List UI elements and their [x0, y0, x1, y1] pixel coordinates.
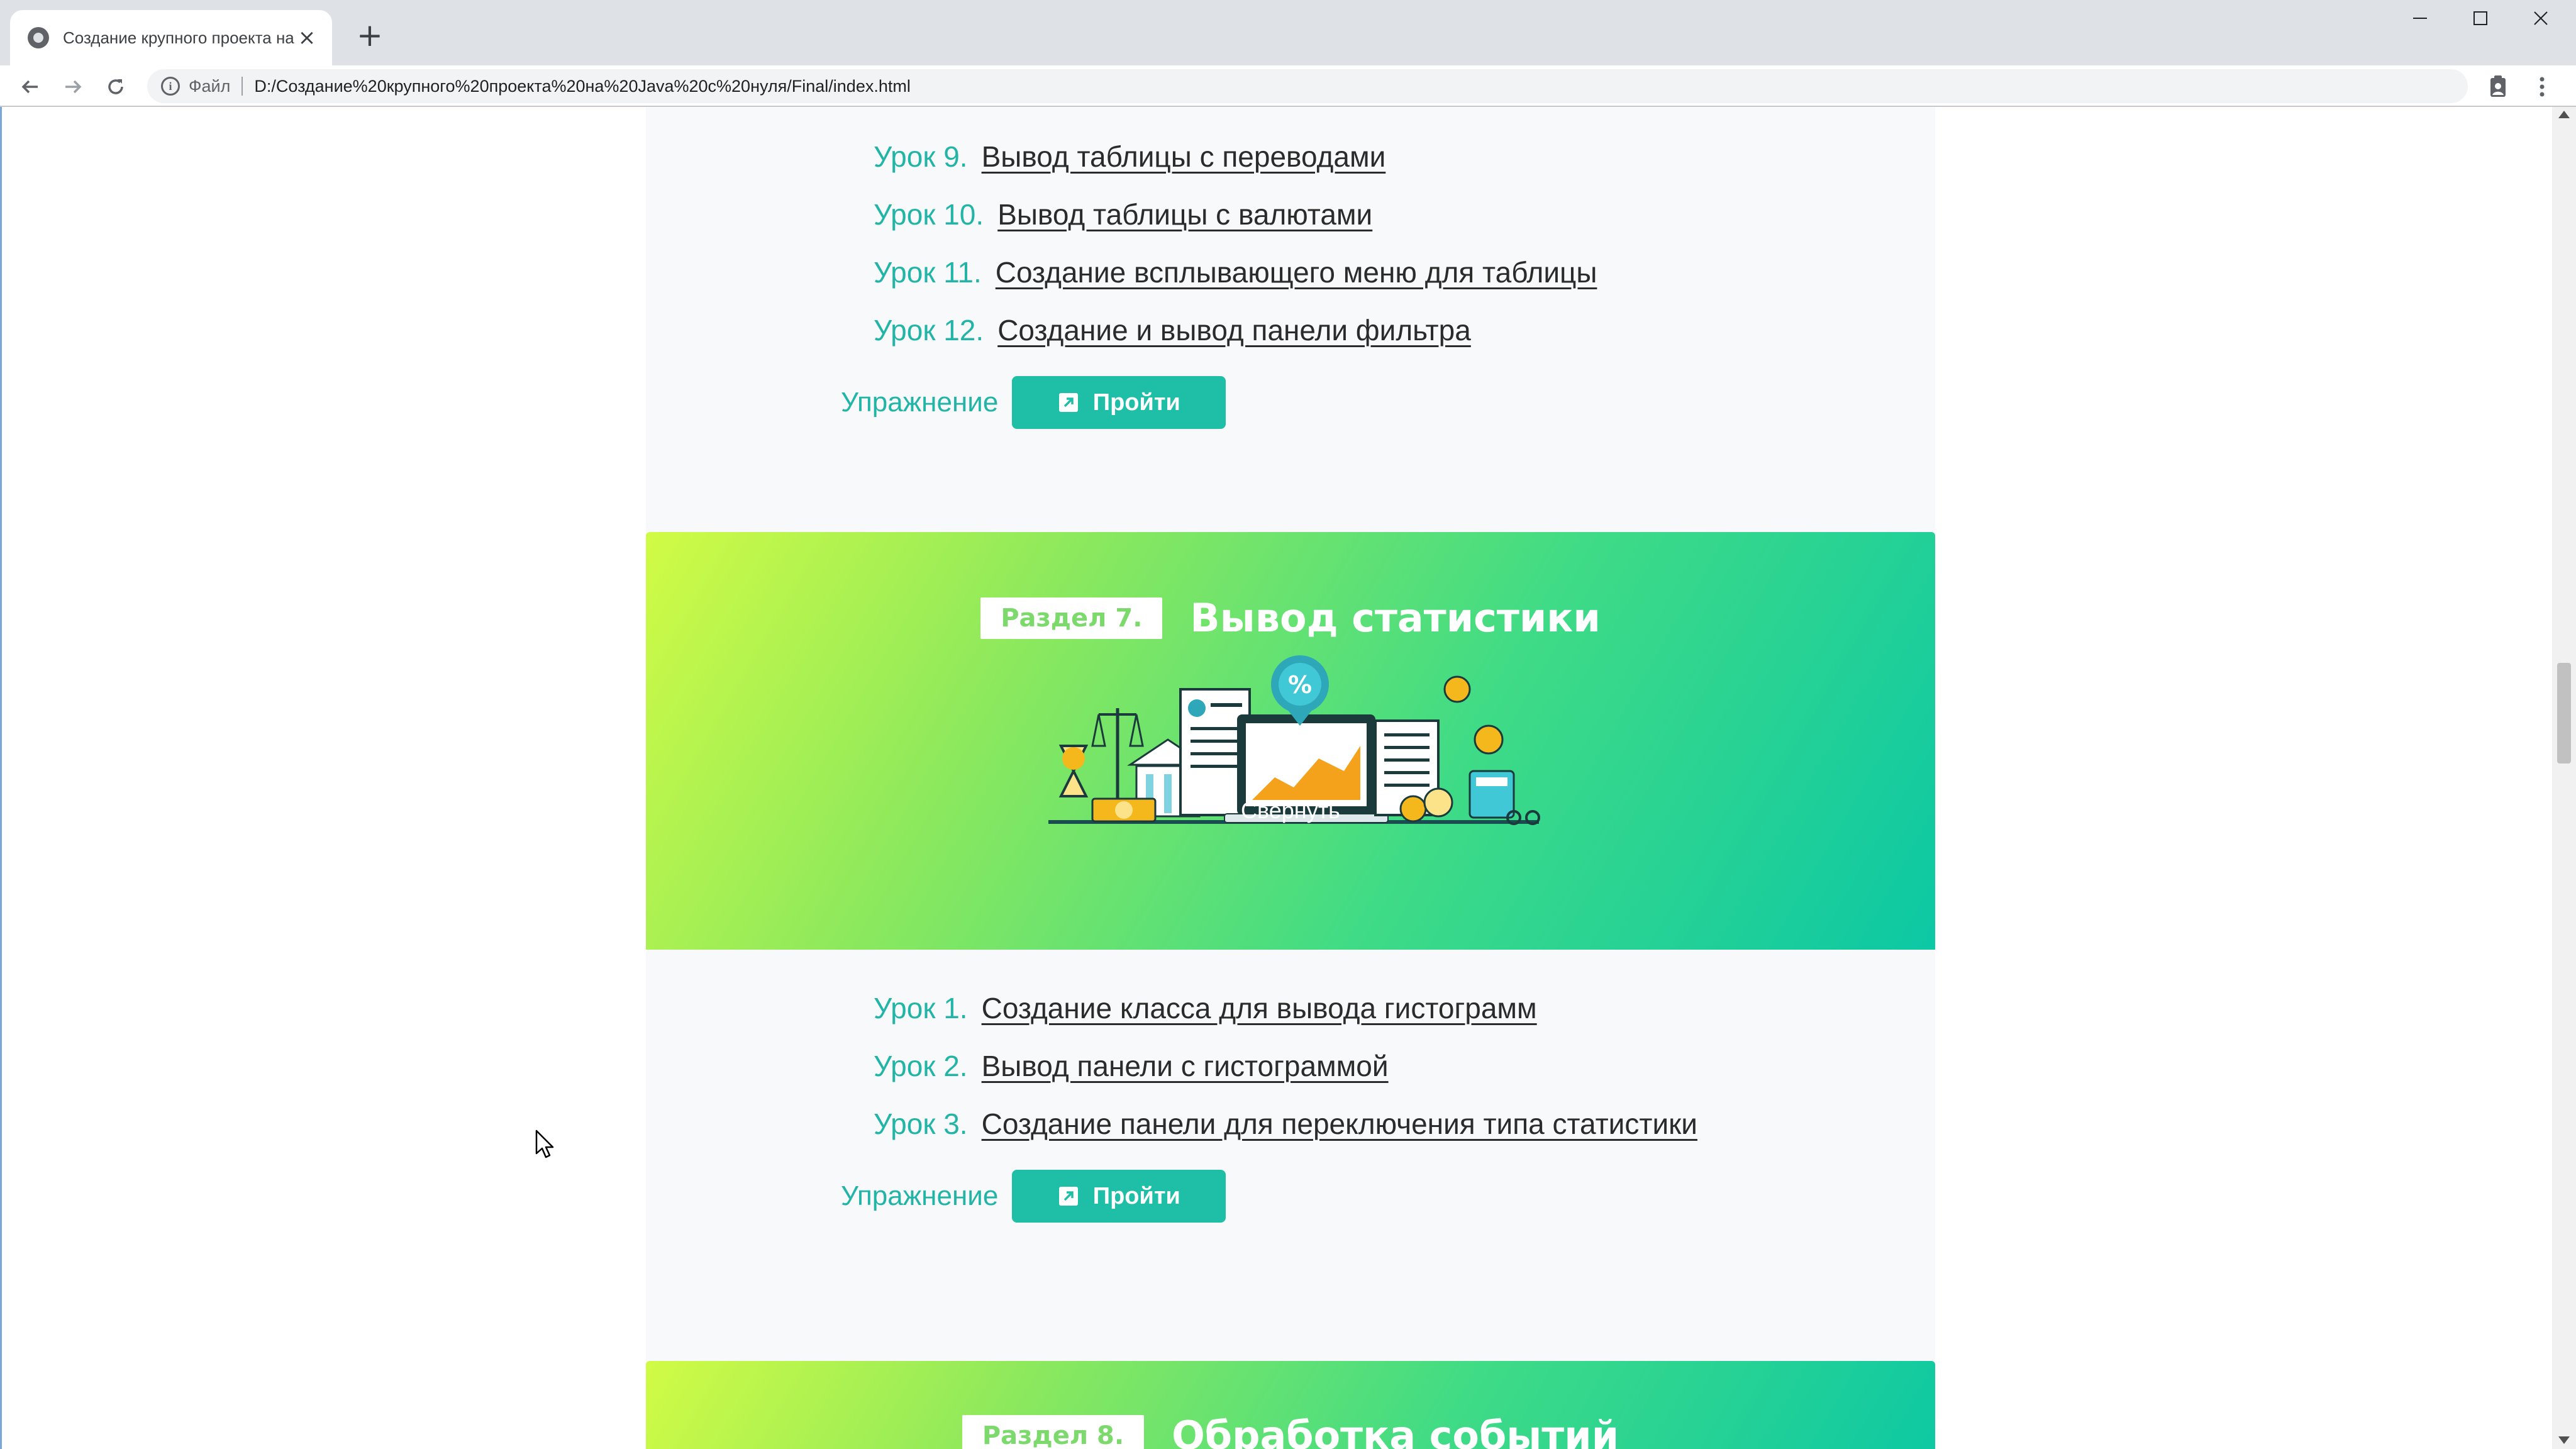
- lesson-link[interactable]: Вывод таблицы с переводами: [982, 140, 1386, 174]
- exercise-label: Упражнение: [841, 387, 999, 418]
- arrow-right-icon: [65, 80, 82, 94]
- window-minimize-button[interactable]: [2390, 0, 2450, 38]
- exercise-start-button[interactable]: Пройти: [1012, 1170, 1226, 1223]
- profile-clipboard-icon[interactable]: [2485, 74, 2513, 99]
- lesson-item: Урок 10. Вывод таблицы с валютами: [874, 197, 1372, 231]
- page-viewport: Урок 9. Вывод таблицы с переводами Урок …: [0, 107, 2552, 1449]
- scroll-up-arrow-icon[interactable]: [2558, 111, 2570, 118]
- lesson-link[interactable]: Вывод таблицы с валютами: [997, 197, 1372, 231]
- back-button[interactable]: [15, 72, 45, 102]
- url-separator: [242, 77, 243, 96]
- reload-button[interactable]: [101, 72, 131, 102]
- lesson-number: Урок 10.: [874, 198, 984, 231]
- tab-title: Создание крупного проекта на: [63, 28, 294, 47]
- lesson-link[interactable]: Создание класса для вывода гистограмм: [982, 991, 1537, 1025]
- section-title: Вывод статистики: [1190, 595, 1601, 641]
- lesson-number: Урок 12.: [874, 314, 984, 347]
- section-8-header: Раздел 8. Обработка событий: [646, 1361, 1935, 1449]
- section-heading: Раздел 8. Обработка событий: [646, 1413, 1935, 1449]
- exercise-row: Упражнение Пройти: [841, 1170, 1226, 1223]
- lesson-number: Урок 3.: [874, 1108, 968, 1140]
- window-close-button[interactable]: [2511, 0, 2571, 38]
- collapse-section-link[interactable]: Свернуть: [646, 797, 1935, 824]
- section-heading: Раздел 7. Вывод статистики: [646, 595, 1935, 641]
- browser-toolbar: i Файл D:/Создание%20крупного%20проекта%…: [0, 65, 2576, 107]
- info-icon[interactable]: i: [161, 77, 180, 96]
- lesson-link[interactable]: Создание панели для переключения типа ст…: [982, 1107, 1697, 1141]
- window-maximize-button[interactable]: [2450, 0, 2511, 38]
- mouse-cursor-icon: [535, 1130, 554, 1158]
- page-scrollbar[interactable]: [2552, 107, 2576, 1449]
- lesson-link[interactable]: Создание всплывающего меню для таблицы: [996, 255, 1597, 289]
- exercise-button-label: Пройти: [1092, 1182, 1180, 1209]
- external-link-icon: [1058, 393, 1078, 412]
- section-7-header: Раздел 7. Вывод статистики % Свернуть: [646, 532, 1935, 950]
- exercise-label: Упражнение: [841, 1180, 999, 1211]
- url-text[interactable]: D:/Создание%20крупного%20проекта%20на%20…: [254, 77, 910, 96]
- url-scheme-label: Файл: [189, 76, 231, 96]
- tab-close-button[interactable]: ×: [294, 25, 319, 50]
- section-6-lessons-card: Урок 9. Вывод таблицы с переводами Урок …: [646, 107, 1935, 599]
- lesson-item: Урок 1. Создание класса для вывода гисто…: [874, 991, 1537, 1025]
- svg-text:%: %: [1288, 671, 1312, 699]
- arrow-left-icon: [21, 80, 38, 94]
- lesson-number: Урок 9.: [874, 140, 968, 173]
- address-bar[interactable]: i Файл D:/Создание%20крупного%20проекта%…: [147, 69, 2468, 103]
- scroll-down-arrow-icon[interactable]: [2558, 1436, 2570, 1444]
- lesson-link[interactable]: Вывод панели с гистограммой: [982, 1049, 1389, 1083]
- kebab-menu-icon[interactable]: [2529, 74, 2555, 99]
- forward-button[interactable]: [58, 72, 88, 102]
- minimize-icon: [2413, 18, 2427, 19]
- exercise-start-button[interactable]: Пройти: [1012, 376, 1226, 429]
- external-link-icon: [1058, 1187, 1078, 1206]
- section-badge: Раздел 7.: [980, 597, 1163, 639]
- lesson-number: Урок 11.: [874, 256, 982, 289]
- lesson-item: Урок 11. Создание всплывающего меню для …: [874, 255, 1597, 289]
- lesson-item: Урок 3. Создание панели для переключения…: [874, 1107, 1697, 1141]
- lesson-number: Урок 1.: [874, 992, 968, 1024]
- lesson-item: Урок 2. Вывод панели с гистограммой: [874, 1049, 1389, 1083]
- lesson-item: Урок 12. Создание и вывод панели фильтра: [874, 313, 1471, 347]
- lesson-link[interactable]: Создание и вывод панели фильтра: [997, 313, 1471, 347]
- maximize-icon: [2473, 11, 2487, 25]
- browser-tab[interactable]: Создание крупного проекта на ×: [10, 10, 332, 65]
- section-badge: Раздел 8.: [962, 1414, 1145, 1449]
- new-tab-button[interactable]: +: [351, 18, 389, 55]
- scrollbar-thumb[interactable]: [2557, 663, 2571, 763]
- exercise-row: Упражнение Пройти: [841, 376, 1226, 429]
- section-title: Обработка событий: [1172, 1413, 1619, 1449]
- close-icon: [2534, 11, 2548, 25]
- reload-icon: [108, 79, 123, 94]
- lesson-item: Урок 9. Вывод таблицы с переводами: [874, 140, 1385, 174]
- browser-tab-bar: Создание крупного проекта на × +: [0, 0, 2576, 65]
- exercise-button-label: Пройти: [1092, 389, 1180, 416]
- section-7-lessons-card: Урок 1. Создание класса для вывода гисто…: [646, 950, 1935, 1426]
- lesson-number: Урок 2.: [874, 1050, 968, 1082]
- globe-icon: [28, 27, 49, 48]
